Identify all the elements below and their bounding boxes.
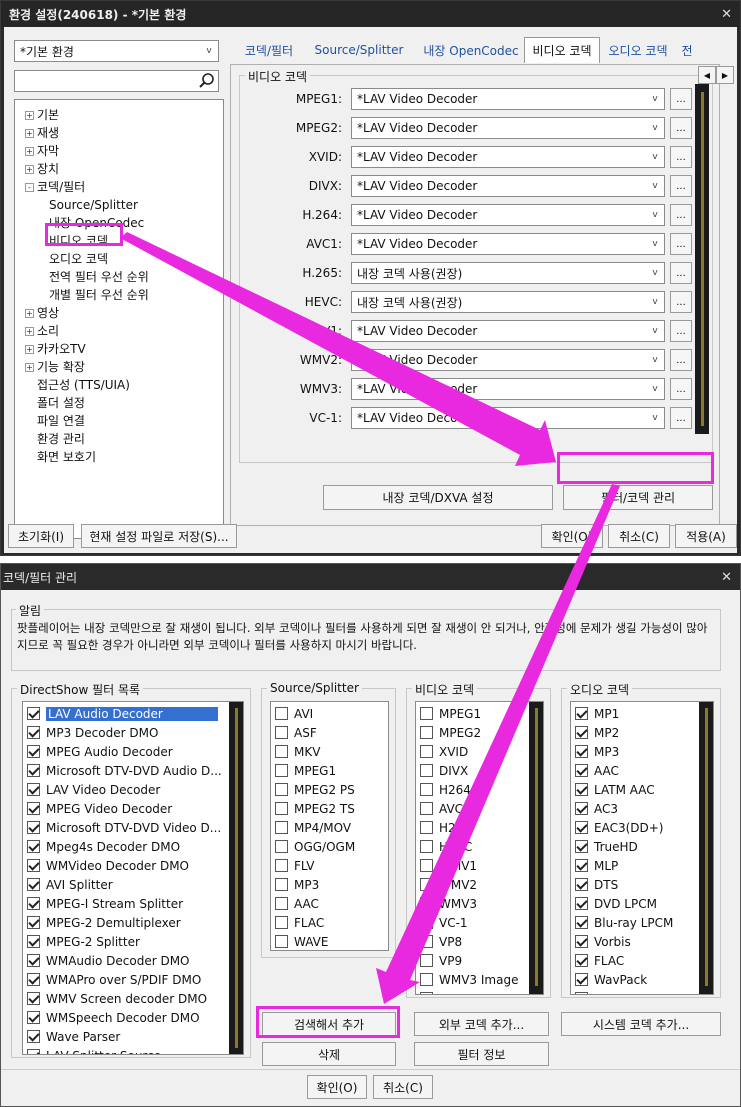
arrow-icon xyxy=(120,232,556,466)
arrow-icon xyxy=(376,484,620,1004)
annotation-arrows xyxy=(120,232,620,1004)
